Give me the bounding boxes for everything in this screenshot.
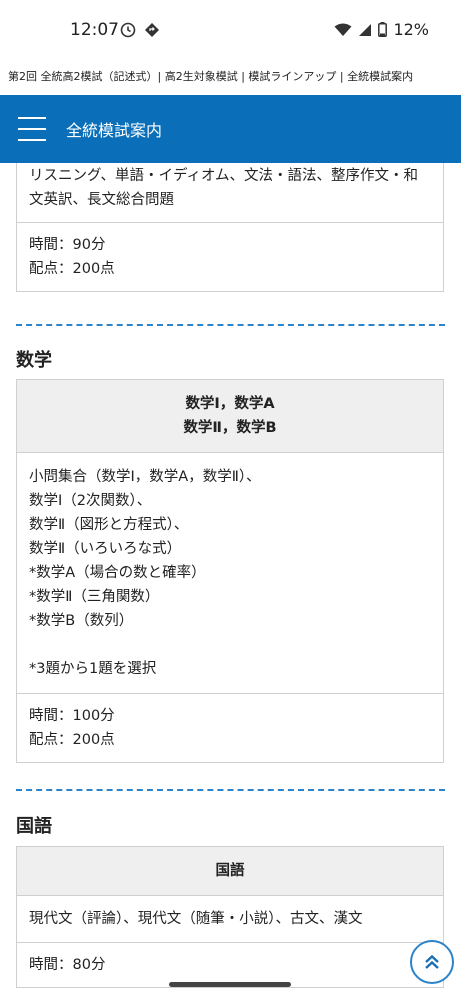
math-card-head: 数学Ⅰ，数学A 数学Ⅱ，数学B [17,380,443,452]
math-content-line [29,633,431,657]
math-content: 小問集合（数学Ⅰ，数学A，数学Ⅱ）、 数学Ⅰ（2次関数）、 数学Ⅱ（図形と方程式… [17,452,443,693]
status-right: 12% [334,20,429,39]
math-card: 数学Ⅰ，数学A 数学Ⅱ，数学B 小問集合（数学Ⅰ，数学A，数学Ⅱ）、 数学Ⅰ（2… [16,379,444,763]
math-time-score: 時間：100分 配点：200点 [17,693,443,762]
math-content-line: *数学Ⅱ（三角関数） [29,589,160,605]
double-chevron-up-icon [425,954,439,969]
app-header: 全統模試案内 [0,95,461,163]
english-time-score: 時間：90分 配点：200点 [17,222,443,291]
english-time: 時間：90分 [29,237,106,253]
japanese-card-head: 国語 [17,847,443,895]
content[interactable]: リスニング、単語・イディオム、文法・語法、整序作文・和文英訳、長文総合問題 時間… [0,163,461,999]
signal-icon [359,23,372,36]
japanese-section-title: 国語 [16,816,52,837]
home-indicator[interactable] [169,982,291,987]
math-content-line: 小問集合（数学Ⅰ，数学A，数学Ⅱ）、 [29,469,261,485]
page-title-bar: 第2回 全統高2模試（記述式）| 高2生対象模試 | 模試ラインアップ | 全統… [0,58,461,94]
page-title: 第2回 全統高2模試（記述式）| 高2生対象模試 | 模試ラインアップ | 全統… [8,70,414,83]
math-content-line: *数学A（場合の数と確率） [29,565,206,581]
navigation-icon [145,23,159,37]
alarm-icon [120,22,136,38]
math-score: 配点：200点 [29,732,115,748]
battery-percent: 12% [393,20,429,39]
battery-icon [378,22,388,37]
section-divider [16,324,445,326]
english-score: 配点：200点 [29,261,115,277]
wifi-icon [334,23,352,36]
menu-icon[interactable] [18,117,46,141]
section-divider [16,789,445,791]
math-content-line: 数学Ⅱ（いろいろな式） [29,541,182,557]
math-head-line2: 数学Ⅱ，数学B [183,420,277,436]
status-time: 12:07 [70,20,119,40]
math-section-title: 数学 [16,350,52,371]
japanese-content: 現代文（評論）、現代文（随筆・小説）、古文、漢文 [17,895,443,942]
japanese-time: 時間：80分 [17,942,443,987]
scroll-to-top-button[interactable] [410,940,454,984]
header-title: 全統模試案内 [66,121,163,140]
math-content-line: 数学Ⅰ（2次関数）、 [29,493,152,509]
status-bar: 12:07 12% [0,0,461,58]
math-head-line1: 数学Ⅰ，数学A [185,396,275,412]
japanese-card: 国語 現代文（評論）、現代文（随筆・小説）、古文、漢文 時間：80分 [16,846,444,988]
math-content-line: 数学Ⅱ（図形と方程式）、 [29,517,189,533]
status-left-icons [120,22,160,38]
english-card: リスニング、単語・イディオム、文法・語法、整序作文・和文英訳、長文総合問題 時間… [16,163,444,292]
math-content-line: *数学B（数列） [29,613,134,629]
math-content-line: *3題から1題を選択 [29,661,157,677]
math-time: 時間：100分 [29,708,115,724]
english-content: リスニング、単語・イディオム、文法・語法、整序作文・和文英訳、長文総合問題 [29,168,419,208]
